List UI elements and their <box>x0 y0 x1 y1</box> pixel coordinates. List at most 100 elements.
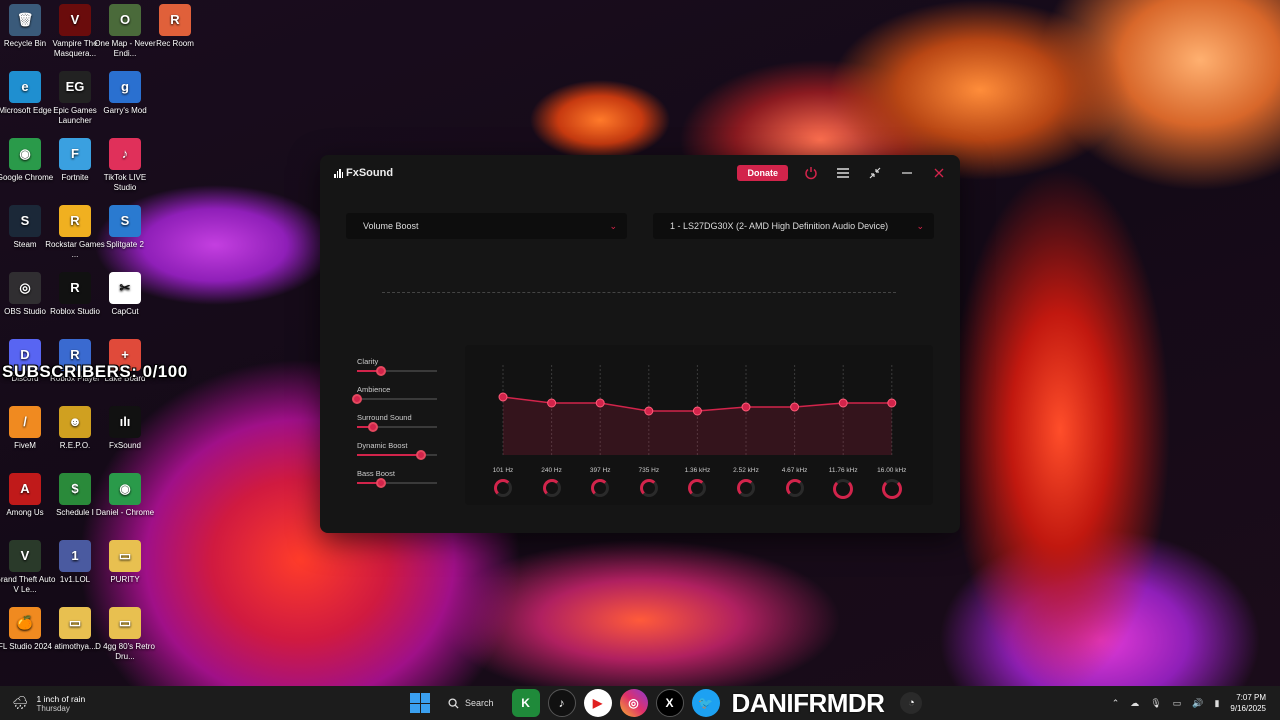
speaker-icon[interactable]: 🔊 <box>1192 698 1203 709</box>
cloud-icon[interactable]: ☁ <box>1130 698 1139 709</box>
weather-widget[interactable]: 🌧 1 inch of rain Thursday <box>12 694 85 713</box>
youtube-icon[interactable]: ▶ <box>583 689 612 717</box>
app-icon: $ <box>59 473 91 505</box>
twitter-icon[interactable]: 🐦 <box>691 689 720 717</box>
minimize-view-icon[interactable] <box>866 164 884 182</box>
weather-day: Thursday <box>36 703 70 713</box>
band-knob[interactable] <box>785 479 804 497</box>
app-icon: V <box>9 540 41 572</box>
effect-slider[interactable]: Ambience <box>352 385 456 404</box>
app-icon: ▭ <box>109 607 141 639</box>
app-icon: 1 <box>59 540 91 572</box>
microphone-icon[interactable]: 🎙 <box>1150 698 1161 709</box>
eq-band-handle[interactable] <box>741 402 751 412</box>
fxsound-logo-icon <box>334 168 343 178</box>
band-frequency-label: 101 Hz <box>492 467 514 474</box>
instagram-icon[interactable]: ◎ <box>619 689 648 717</box>
output-device-dropdown[interactable]: 1 - LS27DG30X (2- AMD High Definition Au… <box>653 213 934 239</box>
band-knob[interactable] <box>639 479 658 497</box>
effect-slider[interactable]: Clarity <box>357 357 456 376</box>
preset-dropdown[interactable]: Volume Boost ⌄ <box>346 213 627 239</box>
app-icon: S <box>109 205 141 237</box>
app-icon: e <box>9 71 41 103</box>
eq-band-handle[interactable] <box>547 398 557 408</box>
effect-label: Ambience <box>357 385 391 394</box>
title-bar[interactable]: FxSound Donate <box>320 155 960 191</box>
band-knob[interactable] <box>737 479 755 497</box>
slider-track[interactable] <box>352 394 437 404</box>
search-box[interactable]: Search <box>438 690 504 716</box>
kick-icon[interactable]: K <box>511 689 540 717</box>
slider-track[interactable] <box>357 422 437 432</box>
slider-handle[interactable] <box>376 478 386 488</box>
effect-slider[interactable]: Dynamic Boost <box>357 441 456 460</box>
app-icon: R <box>59 272 91 304</box>
slider-handle[interactable] <box>416 450 426 460</box>
effect-label: Dynamic Boost <box>357 441 408 450</box>
taskbar: 🌧 1 inch of rain Thursday Search K ♪ ▶ ◎… <box>0 686 1280 720</box>
effect-slider[interactable]: Surround Sound <box>357 413 456 432</box>
slider-track[interactable] <box>357 478 437 488</box>
eq-band-handle[interactable] <box>595 398 605 408</box>
slider-handle[interactable] <box>376 366 386 376</box>
donate-button[interactable]: Donate <box>737 165 788 181</box>
app-icon: F <box>59 138 91 170</box>
band-knob[interactable] <box>881 479 902 499</box>
band-knob[interactable] <box>542 479 561 497</box>
desktop-icon[interactable]: ✂ CapCut <box>93 268 157 317</box>
desktop-icon-label: D 4gg 80's Retro Dru... <box>95 642 155 661</box>
slider-handle[interactable] <box>352 394 362 404</box>
effect-slider[interactable]: Bass Boost <box>357 469 456 488</box>
desktop-icon[interactable]: g Garry's Mod <box>93 67 157 116</box>
band-knob[interactable] <box>494 479 512 497</box>
menu-icon[interactable] <box>834 164 852 182</box>
desktop-icon-label: CapCut <box>111 307 139 316</box>
app-icon: S <box>9 205 41 237</box>
eq-band-handle[interactable] <box>790 402 800 412</box>
subscriber-counter: SUBSCRIBERS: 0/100 <box>2 362 188 381</box>
desktop-icon-label: PURITY <box>110 575 140 584</box>
desktop-icon[interactable]: S Splitgate 2 <box>93 201 157 250</box>
eq-band-handle[interactable] <box>498 392 508 402</box>
desktop-icon[interactable]: ılı FxSound <box>93 402 157 451</box>
band-labels: 101 Hz 240 Hz 397 Hz 735 Hz 1.36 kHz 2.52 kHz… <box>465 467 933 477</box>
slider-track[interactable] <box>357 366 437 376</box>
desktop-icon-label: Splitgate 2 <box>106 240 144 249</box>
power-icon[interactable] <box>802 164 820 182</box>
eq-band-handle[interactable] <box>644 406 654 416</box>
close-icon[interactable] <box>930 164 948 182</box>
fxsound-taskbar-icon[interactable]: ◔ <box>900 692 923 714</box>
eq-band-handle[interactable] <box>838 398 848 408</box>
monitor-icon[interactable]: ▭ <box>1173 698 1182 709</box>
visualizer-baseline <box>382 292 896 293</box>
device-value: 1 - LS27DG30X (2- AMD High Definition Au… <box>670 221 889 231</box>
desktop-icon[interactable]: ▭ D 4gg 80's Retro Dru... <box>93 603 157 662</box>
search-label: Search <box>465 698 494 708</box>
desktop-icon[interactable]: ◉ Daniel - Chrome <box>93 469 157 518</box>
fxsound-window: FxSound Donate Volume Boost ⌄ 1 - LS27DG… <box>320 155 960 533</box>
band-frequency-label: 1.36 kHz <box>684 467 711 474</box>
band-frequency-label: 4.67 kHz <box>781 467 808 474</box>
desktop-icon[interactable]: ▭ PURITY <box>93 536 157 585</box>
desktop-icon-label: Daniel - Chrome <box>95 508 155 517</box>
x-icon[interactable]: X <box>655 689 684 717</box>
app-icon: 🗑 <box>9 4 41 36</box>
minimize-icon[interactable] <box>898 164 916 182</box>
app-icon: EG <box>59 71 91 103</box>
battery-icon[interactable]: ▮ <box>1214 698 1219 709</box>
slider-track[interactable] <box>357 450 437 460</box>
eq-band-handle[interactable] <box>692 406 702 416</box>
effect-label: Bass Boost <box>357 469 395 478</box>
app-icon: R <box>159 4 191 36</box>
tiktok-icon[interactable]: ♪ <box>547 689 576 717</box>
slider-handle[interactable] <box>368 422 378 432</box>
desktop-icon[interactable]: ♪ TikTok LIVE Studio <box>93 134 157 193</box>
app-icon: / <box>9 406 41 438</box>
clock[interactable]: 7:07 PM 9/16/2025 <box>1230 692 1266 714</box>
effect-label: Clarity <box>357 357 379 366</box>
start-button[interactable] <box>410 693 430 713</box>
desktop-icon-label: Rec Room <box>156 39 194 48</box>
eq-band-handle[interactable] <box>887 398 897 408</box>
desktop-icon[interactable]: R Rec Room <box>143 0 207 49</box>
chevron-up-icon[interactable]: ⌃ <box>1112 698 1120 709</box>
